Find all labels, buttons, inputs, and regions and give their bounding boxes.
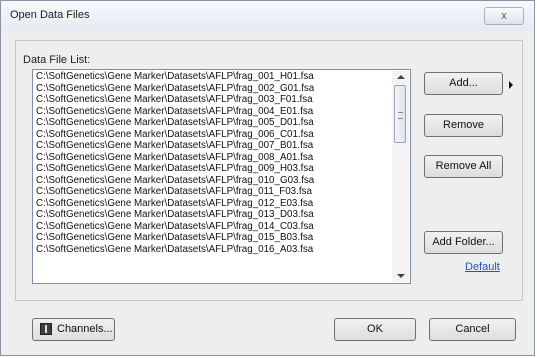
default-link[interactable]: Default (465, 261, 500, 273)
list-item[interactable]: C:\SoftGenetics\Gene Marker\Datasets\AFL… (36, 140, 391, 152)
triangle-right-icon[interactable] (509, 81, 513, 89)
data-file-list-label: Data File List: (23, 54, 91, 66)
arrow-up-icon[interactable] (397, 75, 405, 79)
list-item[interactable]: C:\SoftGenetics\Gene Marker\Datasets\AFL… (36, 232, 391, 244)
scrollbar-thumb[interactable] (394, 85, 406, 143)
file-list-items: C:\SoftGenetics\Gene Marker\Datasets\AFL… (36, 71, 391, 255)
list-item[interactable]: C:\SoftGenetics\Gene Marker\Datasets\AFL… (36, 71, 391, 83)
channels-icon (40, 323, 52, 335)
list-item[interactable]: C:\SoftGenetics\Gene Marker\Datasets\AFL… (36, 175, 391, 187)
close-icon: x (501, 10, 507, 22)
list-item[interactable]: C:\SoftGenetics\Gene Marker\Datasets\AFL… (36, 221, 391, 233)
list-item[interactable]: C:\SoftGenetics\Gene Marker\Datasets\AFL… (36, 209, 391, 221)
remove-all-button-label: Remove All (435, 160, 492, 172)
list-item[interactable]: C:\SoftGenetics\Gene Marker\Datasets\AFL… (36, 129, 391, 141)
list-item[interactable]: C:\SoftGenetics\Gene Marker\Datasets\AFL… (36, 163, 391, 175)
list-item[interactable]: C:\SoftGenetics\Gene Marker\Datasets\AFL… (36, 94, 391, 106)
remove-button-label: Remove (443, 119, 484, 131)
title-bar: Open Data Files x (1, 1, 534, 31)
list-item[interactable]: C:\SoftGenetics\Gene Marker\Datasets\AFL… (36, 186, 391, 198)
ok-button[interactable]: OK (334, 318, 416, 341)
cancel-button-label: Cancel (455, 323, 490, 335)
grip-icon (398, 112, 403, 119)
remove-all-button[interactable]: Remove All (424, 155, 503, 178)
list-item[interactable]: C:\SoftGenetics\Gene Marker\Datasets\AFL… (36, 244, 391, 256)
remove-button[interactable]: Remove (424, 114, 503, 137)
list-item[interactable]: C:\SoftGenetics\Gene Marker\Datasets\AFL… (36, 83, 391, 95)
open-data-files-dialog: Open Data Files x Data File List: C:\Sof… (0, 0, 535, 356)
channels-button-label: Channels... (57, 323, 113, 335)
add-button-label: Add... (449, 77, 478, 89)
cancel-button[interactable]: Cancel (429, 318, 516, 341)
list-item[interactable]: C:\SoftGenetics\Gene Marker\Datasets\AFL… (36, 198, 391, 210)
dialog-title: Open Data Files (10, 9, 90, 21)
list-item[interactable]: C:\SoftGenetics\Gene Marker\Datasets\AFL… (36, 117, 391, 129)
add-folder-button-label: Add Folder... (432, 236, 495, 248)
add-button[interactable]: Add... (424, 72, 503, 95)
arrow-down-icon[interactable] (397, 274, 405, 278)
add-folder-button[interactable]: Add Folder... (424, 231, 503, 254)
data-file-listbox[interactable]: C:\SoftGenetics\Gene Marker\Datasets\AFL… (32, 69, 411, 284)
list-item[interactable]: C:\SoftGenetics\Gene Marker\Datasets\AFL… (36, 106, 391, 118)
close-button[interactable]: x (484, 7, 524, 25)
ok-button-label: OK (367, 323, 383, 335)
list-item[interactable]: C:\SoftGenetics\Gene Marker\Datasets\AFL… (36, 152, 391, 164)
channels-button[interactable]: Channels... (32, 318, 115, 341)
vertical-scrollbar[interactable] (392, 71, 409, 282)
